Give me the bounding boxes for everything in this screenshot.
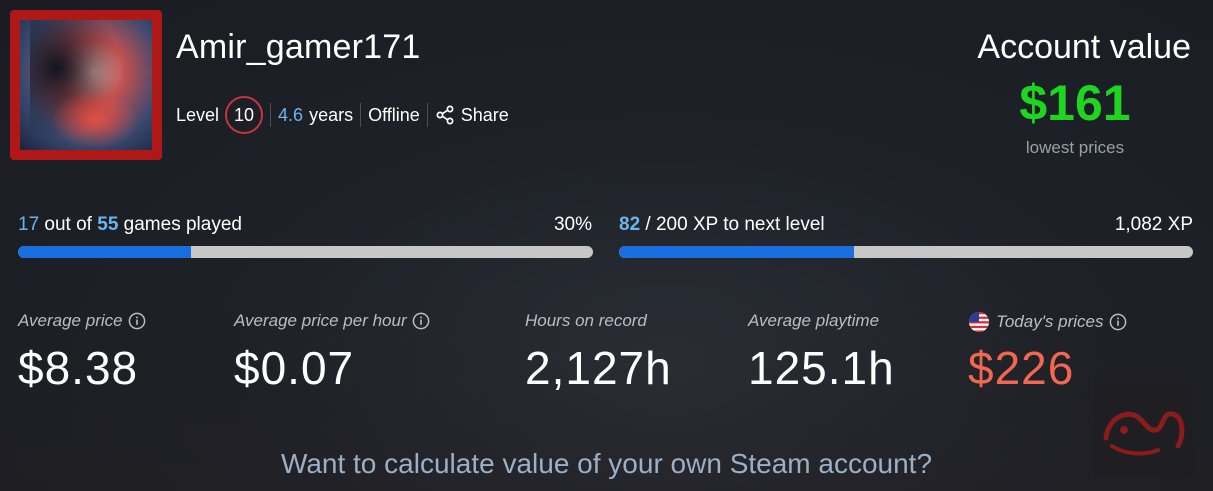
stat-label-text: Average price: [18, 311, 123, 330]
games-progress-fill: [18, 246, 191, 258]
stat-value-average-price-per-hour: $0.07: [234, 342, 355, 394]
xp-progress-fill: [619, 246, 855, 258]
stat-label-text: Today's prices: [996, 312, 1104, 331]
us-flag-icon[interactable]: [968, 311, 990, 333]
stat-label-text: Average playtime: [748, 311, 880, 330]
avatar[interactable]: [10, 10, 162, 160]
stat-label-text: Average price per hour: [234, 311, 407, 330]
xp-total: 1,082 XP: [1114, 214, 1193, 235]
account-age-number: 4.6: [278, 104, 304, 125]
stat-value-average-price: $8.38: [18, 342, 139, 394]
games-out-of: out of: [44, 214, 92, 235]
games-played-suffix: games played: [123, 214, 242, 235]
level-badge: 10: [225, 96, 264, 134]
stat-label-average-price: Average price: [18, 311, 146, 331]
games-played-percent: 30%: [553, 214, 592, 235]
account-value-subtitle: lowest prices: [1025, 138, 1125, 157]
account-value-amount: $161: [1019, 75, 1131, 131]
divider: [360, 103, 362, 127]
xp-to-next-level: / 200 XP to next level: [645, 214, 825, 235]
stat-label-average-price-per-hour: Average price per hour: [234, 311, 430, 331]
stat-label-average-playtime: Average playtime: [748, 311, 879, 331]
games-progress-bar: [18, 246, 593, 258]
profile-meta-row: Level 10 4.6 years Offline Share: [176, 94, 509, 136]
stat-label-hours-on-record: Hours on record: [525, 311, 647, 331]
info-icon[interactable]: [412, 312, 430, 330]
games-played-label: 17 out of 55 games played: [18, 214, 242, 236]
games-played-count: 17: [18, 214, 40, 235]
share-button[interactable]: Share: [435, 105, 509, 126]
account-age-unit: years: [309, 104, 354, 125]
info-icon[interactable]: [128, 312, 146, 330]
username: Amir_gamer171: [176, 28, 421, 66]
xp-label: 82 / 200 XP to next level: [619, 214, 825, 236]
avatar-art-glow: [50, 90, 140, 150]
stat-value-average-playtime: 125.1h: [748, 342, 895, 394]
games-total-count: 55: [97, 214, 119, 235]
account-value-title: Account value: [977, 28, 1191, 66]
stat-label-text: Hours on record: [525, 311, 647, 330]
calculate-value-cta[interactable]: Want to calculate value of your own Stea…: [0, 448, 1213, 480]
info-icon[interactable]: [1109, 313, 1127, 331]
stat-value-todays-prices: $226: [968, 342, 1075, 394]
share-label: Share: [460, 104, 509, 125]
xp-progress-bar: [619, 246, 1193, 258]
online-status: Offline: [368, 104, 420, 125]
level-label: Level: [176, 104, 220, 125]
divider: [270, 103, 272, 127]
stat-value-hours-on-record: 2,127h: [525, 342, 672, 394]
share-icon: [435, 105, 455, 125]
xp-current: 82: [619, 214, 641, 235]
stat-label-todays-prices: Today's prices: [968, 311, 1127, 333]
divider: [426, 103, 428, 127]
